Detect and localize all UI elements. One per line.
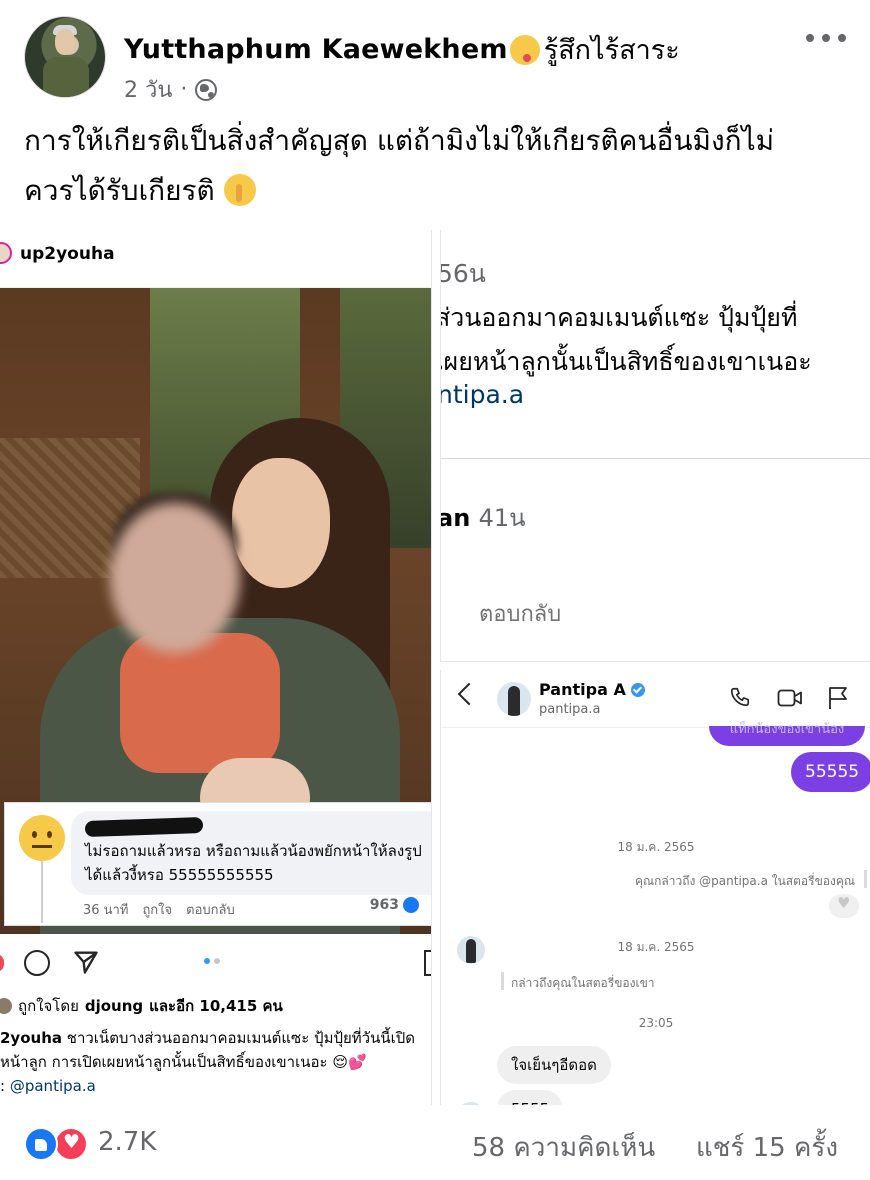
- comment-like-link: ถูกใจ: [142, 903, 173, 918]
- thread-text: ส่วนออกมาคอมเมนต์แซะ ปุ้มปุ้ยที่ เผยหน้า…: [440, 303, 812, 376]
- comment-text: ไม่รอถามแล้วหรอ หรือถามแล้วน้องพยักหน้าใ…: [85, 842, 422, 884]
- sent-message-bubble: 55555: [791, 752, 870, 792]
- meta-separator: ·: [180, 77, 188, 102]
- thread-reply-link: ตอบกลับ: [479, 602, 562, 627]
- author-line: Yutthaphum Kaewekhem รู้สึกไร้สาระ: [124, 28, 680, 71]
- instagram-dm-screenshot: Pantipa A pantipa.a แท็กน้องของเขาน้อง 5…: [440, 670, 870, 1105]
- reactions-count[interactable]: 2.7K: [98, 1127, 156, 1157]
- verified-badge-icon: [630, 682, 645, 697]
- received-message-bubble-2: 5555: [497, 1090, 564, 1105]
- love-reaction-icon[interactable]: [54, 1127, 88, 1161]
- heart-reaction-icon: [829, 894, 859, 918]
- carousel-dots: [204, 958, 220, 964]
- dot-icon: [838, 34, 846, 42]
- comments-count-link[interactable]: 58 ความคิดเห็น: [472, 1127, 655, 1168]
- feeling-text: รู้สึกไร้สาระ: [543, 35, 680, 66]
- shushing-face-emoji-icon: [223, 174, 256, 206]
- like-reaction-icon[interactable]: [24, 1127, 58, 1161]
- dm-date-separator-2: 18 ม.ค. 2565: [617, 940, 695, 954]
- ig-caption: 2youha ชาวเน็ตบางส่วนออกมาคอมเมนต์แซะ ปุ…: [0, 1029, 415, 1095]
- dot-icon: [806, 34, 814, 42]
- bookmark-icon: [424, 950, 431, 976]
- post-footer: 2.7K 58 ความคิดเห็น แชร์ 15 ครั้ง: [0, 1105, 870, 1180]
- ig-likes-line: ถูกใจโดย djoung และอีก 10,415 คน: [0, 994, 431, 1018]
- instagram-post-screenshot: up2youha ไม่รอถามแล้วหรอ หรือถามแล้วน้อง…: [0, 230, 432, 1105]
- ig-username: up2youha: [20, 244, 115, 264]
- share-paper-plane-icon: [74, 951, 98, 974]
- comment-icon: [24, 950, 50, 976]
- dm-time-separator: 23:05: [638, 1016, 674, 1030]
- neutral-face-emoji-icon: [19, 815, 65, 861]
- more-options-button[interactable]: [806, 26, 846, 50]
- facebook-comment-screenshot: ไม่รอถามแล้วหรอ หรือถามแล้วน้องพยักหน้าใ…: [4, 802, 431, 926]
- back-chevron-icon: [457, 682, 481, 706]
- received-message-bubble: ใจเย็นๆอีดอด: [497, 1046, 611, 1084]
- post-text: การให้เกียรติเป็นสิ่งสำคัญสุด แต่ถ้ามิงไ…: [24, 116, 844, 216]
- comment-reply-link: ตอบกลับ: [186, 903, 235, 918]
- video-call-icon: [777, 689, 802, 707]
- thread-handle: ntipa.a: [440, 380, 525, 409]
- comment-time: 36 นาที: [83, 903, 129, 918]
- redacted-name: [84, 816, 204, 838]
- post-meta: 2 วัน ·: [124, 72, 218, 107]
- sent-message-bubble-cropped: แท็กน้องของเขาน้อง: [709, 722, 865, 746]
- dot-icon: [822, 34, 830, 42]
- comment-thread-screenshot: 56น ส่วนออกมาคอมเมนต์แซะ ปุ้มปุ้ยที่ เผย…: [440, 230, 870, 662]
- thread-time: 56น: [440, 259, 486, 288]
- flag-report-icon: [829, 687, 847, 709]
- post-text-line: การให้เกียรติเป็นสิ่งสำคัญสุด แต่ถ้ามิงไ…: [24, 124, 775, 157]
- comment-bubble: ไม่รอถามแล้วหรอ หรือถามแล้วน้องพยักหน้าใ…: [71, 811, 431, 895]
- liker-avatar: [0, 998, 12, 1014]
- globe-icon[interactable]: [195, 78, 218, 101]
- ig-action-bar: [0, 942, 431, 984]
- thread-user: an 41น: [440, 504, 526, 532]
- post-text-line-2: ควรได้รับเกียรติ: [24, 166, 844, 216]
- post-header: Yutthaphum Kaewekhem รู้สึกไร้สาระ 2 วัน…: [0, 0, 870, 110]
- author-avatar[interactable]: [24, 16, 106, 98]
- dm-contact-name: Pantipa A: [539, 680, 645, 699]
- post-media-collage[interactable]: up2youha ไม่รอถามแล้วหรอ หรือถามแล้วน้อง…: [0, 230, 870, 1105]
- comment-reactions: 963: [370, 897, 419, 913]
- shares-count-link[interactable]: แชร์ 15 ครั้ง: [696, 1127, 838, 1168]
- dm-sender-avatar: [457, 936, 485, 964]
- dm-contact-handle: pantipa.a: [539, 702, 601, 717]
- ig-user-avatar: [0, 242, 12, 264]
- comment-meta: 36 นาที ถูกใจ ตอบกลับ 963: [83, 897, 423, 920]
- dm-avatar: [497, 682, 531, 716]
- post-time[interactable]: 2 วัน: [124, 72, 172, 107]
- author-name[interactable]: Yutthaphum Kaewekhem: [124, 34, 508, 65]
- silly-face-emoji-icon: [509, 34, 540, 65]
- like-icon: [403, 897, 419, 913]
- story-mention-received: กล่าวถึงคุณในสตอรี่ของเขา: [501, 972, 655, 993]
- heart-icon: [0, 954, 4, 972]
- story-mention-sent: คุณกล่าวถึง @pantipa.a ในสตอรี่ของคุณ: [631, 870, 867, 891]
- dm-date-separator: 18 ม.ค. 2565: [617, 840, 695, 854]
- phone-icon: [730, 687, 750, 707]
- ig-post-header: up2youha: [0, 230, 431, 288]
